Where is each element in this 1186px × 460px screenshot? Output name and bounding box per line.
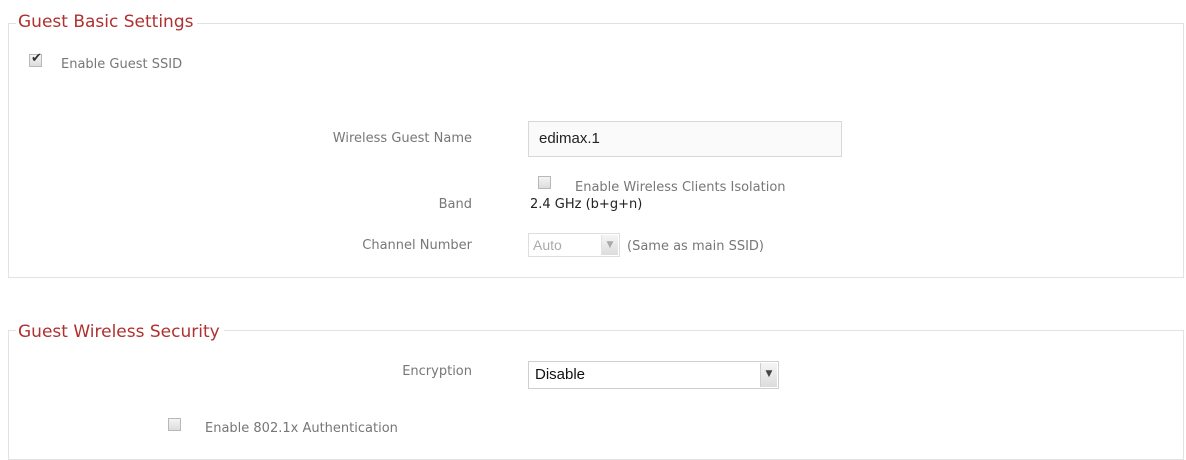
enable-8021x-checkbox[interactable] xyxy=(168,418,181,431)
encryption-label: Encryption xyxy=(402,364,472,379)
client-isolation-checkbox[interactable] xyxy=(538,176,551,189)
enable-8021x-label: Enable 802.1x Authentication xyxy=(205,421,398,436)
checkmark-icon: ✔ xyxy=(31,51,42,66)
channel-number-label: Channel Number xyxy=(362,238,472,253)
guest-wireless-security-legend: Guest Wireless Security xyxy=(16,321,224,343)
enable-guest-ssid-checkbox[interactable]: ✔ xyxy=(29,51,42,67)
enable-guest-ssid-label: Enable Guest SSID xyxy=(61,57,183,72)
wireless-guest-name-input[interactable]: edimax.1 xyxy=(528,121,842,157)
channel-note: (Same as main SSID) xyxy=(627,239,764,254)
chevron-down-icon: ▼ xyxy=(760,363,777,387)
chevron-down-icon: ▼ xyxy=(601,235,618,255)
encryption-value: Disable xyxy=(535,366,586,383)
client-isolation-label: Enable Wireless Clients Isolation xyxy=(575,180,786,195)
wireless-guest-name-label: Wireless Guest Name xyxy=(332,131,472,146)
band-value: 2.4 GHz (b+g+n) xyxy=(530,197,643,212)
guest-basic-settings-legend: Guest Basic Settings xyxy=(16,11,198,33)
band-label: Band xyxy=(438,197,472,212)
encryption-select[interactable]: Disable ▼ xyxy=(528,361,779,389)
channel-number-value: Auto xyxy=(533,237,562,253)
channel-number-select[interactable]: Auto ▼ xyxy=(528,233,620,257)
guest-wireless-security-panel xyxy=(8,330,1184,460)
